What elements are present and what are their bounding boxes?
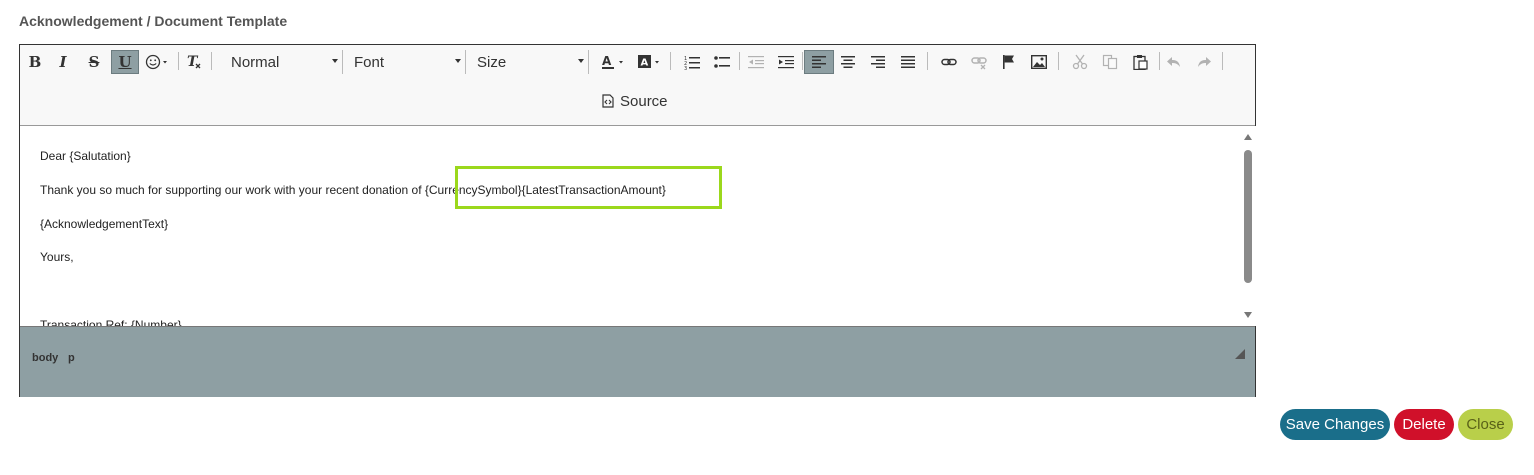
- close-button[interactable]: Close: [1458, 409, 1513, 440]
- font-select[interactable]: Font: [344, 50, 466, 74]
- align-right-icon: [871, 56, 885, 68]
- chevron-down-icon: [578, 59, 584, 63]
- format-select[interactable]: Normal: [221, 50, 343, 74]
- scroll-up-icon[interactable]: [1244, 134, 1252, 140]
- clipboard-icon: [1133, 55, 1148, 70]
- svg-text:3: 3: [684, 66, 687, 70]
- background-color-button[interactable]: A: [633, 50, 665, 74]
- svg-text:A: A: [641, 58, 649, 69]
- editor-statusbar: body p: [20, 326, 1255, 397]
- link-icon: [941, 58, 957, 66]
- background-color-icon: A: [638, 55, 659, 69]
- vertical-scrollbar[interactable]: [1240, 126, 1256, 326]
- page-title: Acknowledgement / Document Template: [19, 13, 288, 29]
- clear-format-icon: T: [187, 54, 201, 70]
- line-yours: Yours,: [40, 250, 74, 264]
- scroll-down-icon[interactable]: [1244, 312, 1252, 318]
- bulleted-list-button[interactable]: [708, 50, 736, 74]
- source-label: Source: [620, 92, 668, 110]
- cut-button[interactable]: [1066, 50, 1094, 74]
- undo-icon: [1167, 57, 1180, 67]
- align-center-button[interactable]: [834, 50, 862, 74]
- underline-button[interactable]: U: [111, 50, 139, 74]
- image-button[interactable]: [1025, 50, 1053, 74]
- chevron-down-icon: [332, 59, 338, 63]
- line-transaction-ref: Transaction Ref: {Number}: [40, 318, 182, 326]
- anchor-button[interactable]: [995, 50, 1023, 74]
- emoji-button[interactable]: [141, 50, 173, 74]
- image-icon: [1031, 55, 1047, 69]
- chevron-down-icon: [455, 59, 461, 63]
- rich-text-editor: B I S U T Normal Font Size A A 1 2 3 Sou…: [19, 44, 1256, 397]
- resize-handle-icon[interactable]: [1235, 349, 1245, 359]
- bold-button[interactable]: B: [21, 50, 49, 74]
- redo-icon: [1198, 57, 1211, 67]
- source-button[interactable]: Source: [602, 90, 668, 112]
- svg-text:A: A: [602, 54, 612, 68]
- align-center-icon: [841, 56, 855, 68]
- scissors-icon: [1072, 54, 1088, 70]
- format-value: Normal: [231, 53, 280, 71]
- editor-content[interactable]: Dear {Salutation} Thank you so much for …: [20, 126, 1256, 326]
- justify-button[interactable]: [894, 50, 922, 74]
- justify-icon: [901, 56, 915, 68]
- path-p[interactable]: p: [68, 352, 75, 364]
- scroll-thumb[interactable]: [1244, 150, 1252, 283]
- numbered-list-button[interactable]: 123: [678, 50, 706, 74]
- unlink-icon: [971, 57, 987, 70]
- align-left-button[interactable]: [804, 50, 834, 74]
- line-salutation: Dear {Salutation}: [40, 149, 131, 163]
- bulleted-list-icon: [714, 56, 730, 68]
- undo-button[interactable]: [1160, 50, 1188, 74]
- size-value: Size: [477, 53, 507, 71]
- path-body[interactable]: body: [32, 352, 58, 364]
- align-right-button[interactable]: [864, 50, 892, 74]
- size-select[interactable]: Size: [467, 50, 589, 74]
- font-value: Font: [354, 53, 385, 71]
- indent-icon: [778, 56, 794, 69]
- smiley-icon: [145, 54, 167, 70]
- numbered-list-icon: 123: [684, 56, 700, 70]
- line-acknowledgement: {AcknowledgementText}: [40, 217, 169, 231]
- editor-toolbar: B I S U T Normal Font Size A A 1 2 3 Sou…: [20, 45, 1255, 126]
- outdent-icon: [748, 56, 764, 69]
- unlink-button[interactable]: [965, 50, 993, 74]
- redo-button[interactable]: [1190, 50, 1218, 74]
- link-button[interactable]: [935, 50, 963, 74]
- copy-button[interactable]: [1096, 50, 1124, 74]
- paste-button[interactable]: [1126, 50, 1154, 74]
- remove-format-button[interactable]: T: [180, 50, 208, 74]
- decrease-indent-button[interactable]: [742, 50, 770, 74]
- italic-button[interactable]: I: [49, 50, 77, 74]
- source-icon: [602, 94, 614, 108]
- highlight-box: [455, 166, 722, 209]
- delete-button[interactable]: Delete: [1394, 409, 1454, 440]
- text-color-button[interactable]: A: [597, 50, 629, 74]
- align-left-icon: [812, 56, 826, 68]
- text-color-icon: A: [602, 54, 623, 69]
- increase-indent-button[interactable]: [772, 50, 800, 74]
- copy-icon: [1102, 54, 1118, 70]
- save-changes-button[interactable]: Save Changes: [1280, 409, 1390, 440]
- strikethrough-button[interactable]: S: [80, 50, 108, 74]
- flag-icon: [1003, 55, 1014, 69]
